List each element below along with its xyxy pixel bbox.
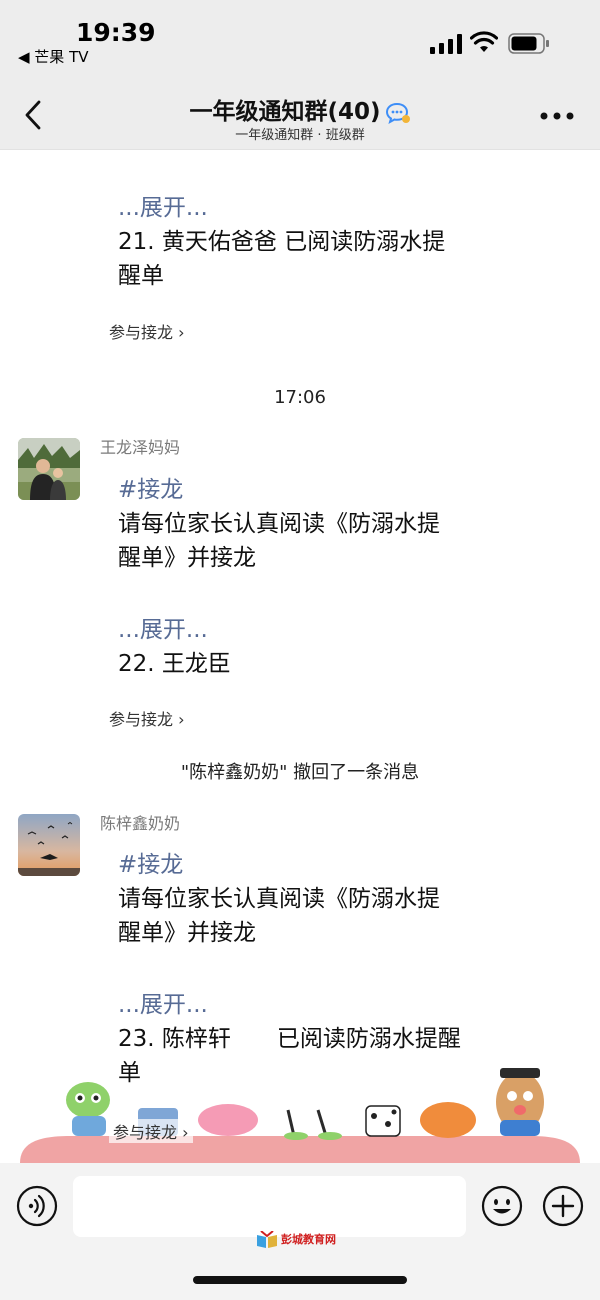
- avatar-photo: [18, 814, 80, 876]
- hashtag[interactable]: #接龙: [118, 848, 508, 882]
- message-line: 请每位家长认真阅读《防溺水提: [118, 886, 440, 912]
- message-line: 22. 王龙臣: [118, 651, 231, 677]
- message-line: 21. 黄天佑爸爸 已阅读防溺水提: [118, 229, 446, 255]
- clock: 19:39: [76, 18, 156, 47]
- wifi-icon: [470, 31, 498, 52]
- message-body: ...展开... 22. 王龙臣: [118, 613, 508, 681]
- chat-title-wrap[interactable]: 一年级通知群(40): [0, 92, 600, 126]
- hashtag[interactable]: #接龙: [118, 473, 508, 507]
- signal-icon: [430, 34, 462, 54]
- join-chain-link[interactable]: 参与接龙 ›: [109, 706, 185, 730]
- message-input[interactable]: [73, 1176, 466, 1237]
- book-logo-icon: [257, 1231, 277, 1248]
- timestamp: 17:06: [274, 387, 326, 408]
- back-to-app-link[interactable]: ◀ 芒果 TV: [18, 46, 89, 67]
- sender-name: 王龙泽妈妈: [100, 438, 181, 457]
- chat-messages[interactable]: ...展开... 21. 黄天佑爸爸 已阅读防溺水提 醒单 参与接龙 › 17:…: [0, 151, 600, 1163]
- message-body: #接龙 请每位家长认真阅读《防溺水提 醒单》并接龙: [118, 473, 508, 575]
- chat-subtitle: 一年级通知群 · 班级群: [235, 128, 365, 143]
- expand-link[interactable]: ...展开...: [118, 613, 508, 647]
- chat-title: 一年级通知群(40): [189, 99, 381, 125]
- home-indicator: [193, 1276, 407, 1284]
- input-bar: 彭城教育网: [0, 1163, 600, 1300]
- watermark: 彭城教育网: [256, 1231, 336, 1249]
- message-body: #接龙 请每位家长认真阅读《防溺水提 醒单》并接龙: [118, 848, 508, 950]
- message-line: 请每位家长认真阅读《防溺水提: [118, 511, 440, 537]
- chat-header: 一年级通知群(40) 一年级通知群 · 班级群: [0, 80, 600, 150]
- expand-link[interactable]: ...展开...: [118, 191, 508, 225]
- avatar[interactable]: [18, 438, 80, 500]
- message-line: 醒单: [118, 263, 164, 289]
- message-line: 醒单》并接龙: [118, 920, 256, 946]
- join-chain-link[interactable]: 参与接龙 ›: [109, 1119, 193, 1143]
- join-chain-link[interactable]: 参与接龙 ›: [109, 319, 185, 343]
- chat-theme-decoration: [20, 1068, 580, 1163]
- expand-link[interactable]: ...展开...: [118, 988, 508, 1022]
- emoji-icon[interactable]: [481, 1185, 523, 1227]
- recall-notice: "陈梓鑫奶奶" 撤回了一条消息: [180, 762, 420, 783]
- group-chat-icon: [385, 102, 410, 124]
- avatar-photo: [18, 438, 80, 500]
- message-line: 23. 陈梓轩 已阅读防溺水提醒: [118, 1026, 461, 1052]
- avatar[interactable]: [18, 814, 80, 876]
- message-line: 醒单》并接龙: [118, 545, 256, 571]
- status-bar: 19:39 ◀ 芒果 TV: [0, 0, 600, 80]
- battery-icon: [508, 33, 549, 54]
- voice-icon[interactable]: [16, 1185, 58, 1227]
- plus-icon[interactable]: [542, 1185, 584, 1227]
- sender-name: 陈梓鑫奶奶: [100, 814, 181, 833]
- more-dots-icon[interactable]: [540, 112, 574, 120]
- message-body: ...展开... 21. 黄天佑爸爸 已阅读防溺水提 醒单: [118, 191, 508, 293]
- watermark-text: 彭城教育网: [281, 1233, 336, 1246]
